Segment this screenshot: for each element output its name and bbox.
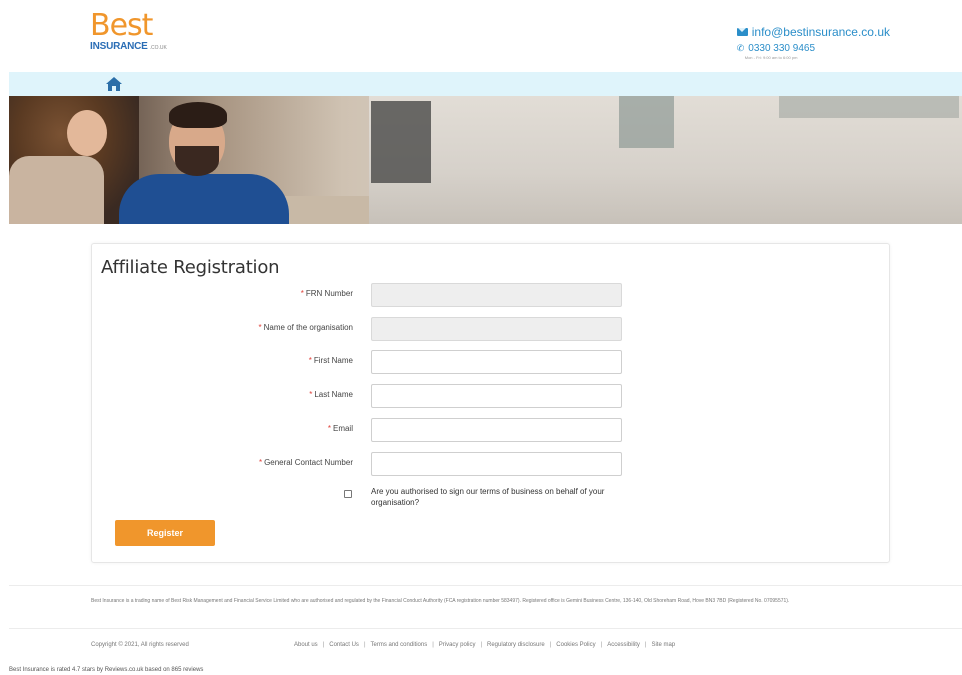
link-separator: | (480, 642, 483, 648)
authorisation-checkbox[interactable] (344, 490, 352, 498)
email-row: * Email (92, 418, 891, 442)
nav-bar (9, 72, 962, 96)
organisation-name-row: * Name of the organisation (92, 317, 891, 341)
hero-man-shirt (119, 174, 289, 224)
footer-legal-text: Best Insurance is a trading name of Best… (91, 598, 790, 604)
contact-number-row: * General Contact Number (92, 452, 891, 476)
footer-link-regulatory[interactable]: Regulatory disclosure (487, 642, 545, 648)
contact-number-label: * General Contact Number (258, 458, 353, 467)
footer-divider-bottom (9, 628, 962, 629)
site-logo[interactable]: Best INSURANCE .CO.UK (90, 8, 167, 53)
hero-wall-frame (619, 96, 674, 148)
last-name-label: * Last Name (309, 390, 353, 399)
contact-number-input[interactable] (371, 452, 622, 476)
contact-hours: Mon - Fri: 9:00 am to 6:00 pm (744, 55, 798, 60)
link-separator: | (644, 642, 647, 648)
logo-subtitle: INSURANCE .CO.UK (90, 41, 167, 52)
footer-link-accessibility[interactable]: Accessibility (607, 642, 640, 648)
logo-wordmark: Best (90, 8, 153, 43)
organisation-name-label: * Name of the organisation (258, 323, 353, 332)
organisation-name-input[interactable] (371, 317, 622, 341)
reviews-rating-text: Best Insurance is rated 4.7 stars by Rev… (9, 667, 204, 673)
first-name-input[interactable] (371, 350, 622, 374)
phone-icon: ✆ (736, 43, 745, 53)
authorisation-row: Are you authorised to sign our terms of … (92, 486, 891, 514)
footer-link-terms[interactable]: Terms and conditions (371, 642, 428, 648)
hero-woman-sweater (9, 156, 104, 224)
frn-number-row: * FRN Number (92, 283, 891, 307)
contact-email-link[interactable]: info@bestinsurance.co.uk (736, 25, 890, 39)
link-separator: | (600, 642, 603, 648)
footer-link-privacy[interactable]: Privacy policy (439, 642, 476, 648)
last-name-input[interactable] (371, 384, 622, 408)
contact-email-text: info@bestinsurance.co.uk (751, 25, 890, 39)
contact-phone-text: 0330 330 9465 (748, 43, 816, 54)
email-label: * Email (327, 424, 353, 433)
header-contact: info@bestinsurance.co.uk ✆ 0330 330 9465… (736, 25, 890, 60)
home-icon[interactable] (106, 77, 122, 91)
footer-link-about[interactable]: About us (294, 642, 318, 648)
footer-bottom-bar: Copyright © 2021, All rights reserved Ab… (91, 642, 891, 652)
logo-insurance-text: INSURANCE (90, 41, 148, 52)
link-separator: | (549, 642, 552, 648)
contact-phone-link[interactable]: ✆ 0330 330 9465 (737, 43, 890, 54)
envelope-icon (736, 28, 748, 36)
footer-link-sitemap[interactable]: Site map (651, 642, 675, 648)
last-name-row: * Last Name (92, 384, 891, 408)
register-button[interactable]: Register (115, 520, 215, 546)
email-input[interactable] (371, 418, 622, 442)
first-name-row: * First Name (92, 350, 891, 374)
footer-divider-top (9, 585, 962, 586)
footer-links: About us | Contact Us | Terms and condit… (294, 642, 675, 648)
first-name-label: * First Name (308, 356, 353, 365)
authorisation-label: Are you authorised to sign our terms of … (371, 487, 605, 507)
hero-screen (371, 101, 431, 183)
link-separator: | (432, 642, 434, 648)
link-separator: | (322, 642, 325, 648)
hero-man-hair (169, 102, 227, 128)
form-title: Affiliate Registration (101, 257, 280, 278)
frn-number-label: * FRN Number (300, 289, 353, 298)
hero-woman-face (67, 110, 107, 156)
frn-number-input[interactable] (371, 283, 622, 307)
copyright-text: Copyright © 2021, All rights reserved (91, 642, 189, 648)
link-separator: | (363, 642, 366, 648)
page: Best INSURANCE .CO.UK info@bestinsurance… (0, 0, 962, 675)
site-header: Best INSURANCE .CO.UK info@bestinsurance… (0, 0, 962, 72)
registration-form-card: Affiliate Registration * FRN Number * Name… (91, 243, 890, 563)
footer-link-cookies[interactable]: Cookies Policy (556, 642, 595, 648)
hero-banner-image (9, 96, 962, 224)
hero-man-beard (175, 146, 219, 176)
hero-wall-picture (779, 96, 959, 118)
footer-link-contact[interactable]: Contact Us (329, 642, 359, 648)
logo-domain-text: .CO.UK (149, 45, 167, 51)
